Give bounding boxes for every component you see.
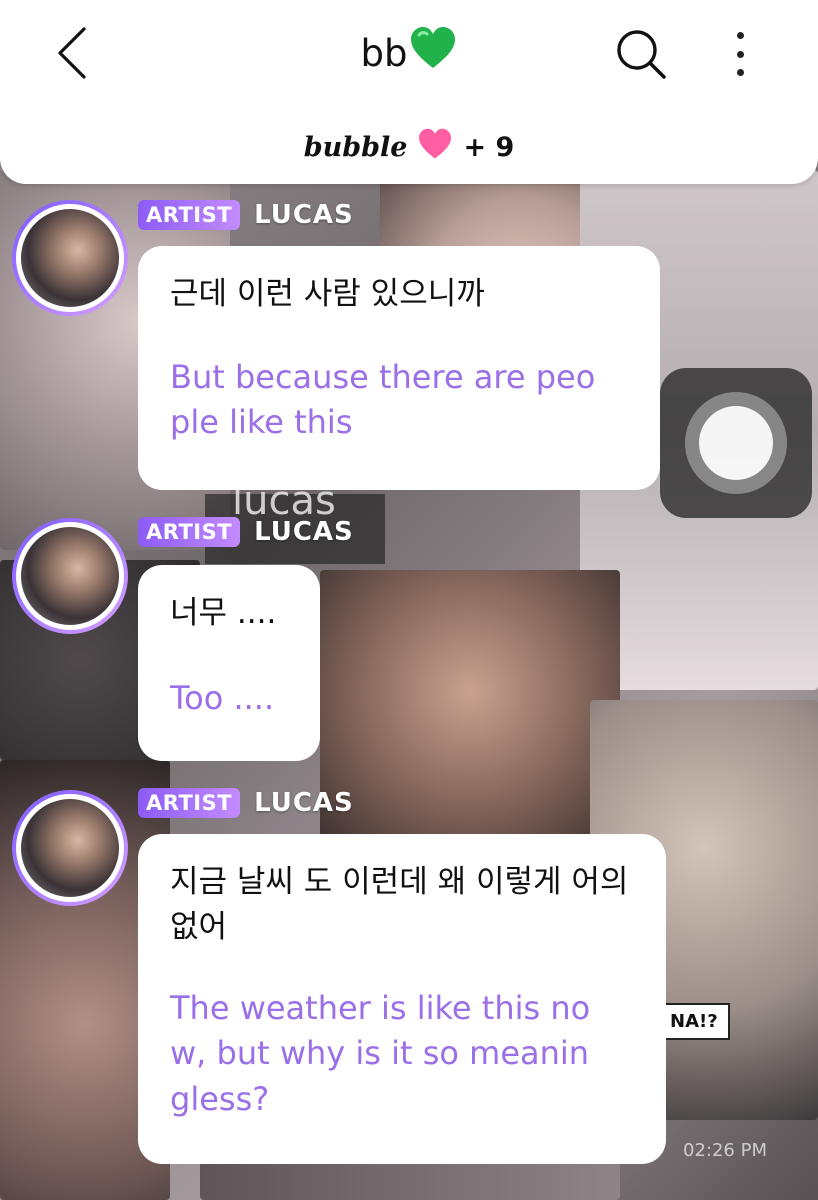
message-korean: 너무 .... — [170, 595, 277, 631]
message-korean: 근데 이런 사람 있으니까 — [170, 276, 485, 312]
assistive-touch-dot — [699, 406, 773, 480]
avatar-frame — [16, 522, 124, 630]
message-translation: The weather is like this no w, but why i… — [170, 988, 591, 1118]
message-translation: But because there are peo ple like this — [170, 357, 596, 442]
artist-badge: ARTIST — [138, 788, 241, 818]
message-korean: 지금 날씨 도 이런데 왜 이렇게 어의 없어 — [170, 864, 629, 945]
avatar-photo — [21, 209, 119, 307]
sender-name: LUCAS — [254, 517, 354, 547]
background-photo — [320, 570, 620, 840]
bubble-brand: bubble — [303, 132, 408, 163]
assistive-touch-button[interactable] — [660, 368, 812, 518]
more-dot-icon — [736, 50, 744, 58]
message-bubble[interactable]: 근데 이런 사람 있으니까 But because there are peo … — [138, 246, 660, 490]
more-options-button[interactable] — [726, 28, 754, 80]
message-bubble[interactable]: 지금 날씨 도 이런데 왜 이렇게 어의 없어 The weather is l… — [138, 834, 666, 1164]
sender-row: ARTIST LUCAS — [138, 517, 354, 547]
green-heart-icon — [409, 26, 457, 79]
sender-row: ARTIST LUCAS — [138, 788, 354, 818]
member-count: + 9 — [463, 132, 515, 163]
message-bubble[interactable]: 너무 .... Too .... — [138, 565, 320, 761]
message-translation: Too .... — [170, 678, 275, 717]
chat-header: bb bubble + 9 — [0, 0, 818, 184]
chat-title-text: bb — [360, 32, 408, 75]
avatar-photo — [21, 799, 119, 897]
sender-avatar[interactable] — [12, 790, 128, 906]
more-dot-icon — [736, 32, 744, 39]
sender-name: LUCAS — [254, 200, 354, 230]
chat-subtitle: bubble + 9 — [0, 128, 818, 167]
sender-name: LUCAS — [254, 788, 354, 818]
artist-badge: ARTIST — [138, 517, 241, 547]
background-sign: NA!? — [658, 1003, 730, 1040]
pink-heart-icon — [417, 128, 453, 167]
background-watermark-time: 02:26 PM — [683, 1140, 767, 1161]
more-dot-icon — [736, 69, 744, 76]
chat-title: bb — [0, 26, 818, 79]
avatar-frame — [16, 794, 124, 902]
avatar-frame — [16, 204, 124, 312]
sender-avatar[interactable] — [12, 200, 128, 316]
search-icon — [617, 30, 666, 79]
artist-badge: ARTIST — [138, 200, 241, 230]
sender-row: ARTIST LUCAS — [138, 200, 354, 230]
sender-avatar[interactable] — [12, 518, 128, 634]
assistive-touch-ring — [685, 392, 787, 494]
avatar-photo — [21, 527, 119, 625]
search-button[interactable] — [612, 25, 670, 83]
